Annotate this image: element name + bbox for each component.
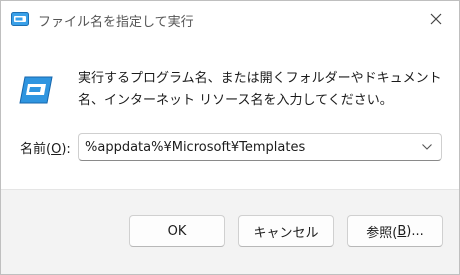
close-button[interactable] [421, 5, 451, 33]
run-icon [11, 12, 29, 26]
window-title: ファイル名を指定して実行 [38, 15, 194, 30]
chevron-down-icon [422, 144, 432, 150]
run-app-icon [19, 76, 53, 104]
cancel-button[interactable]: キャンセル [238, 215, 334, 247]
title-bar: ファイル名を指定して実行 [1, 1, 459, 37]
open-combobox[interactable]: %appdata%¥Microsoft¥Templates [78, 133, 442, 161]
description-text: 実行するプログラム名、または開くフォルダーやドキュメント名、インターネット リソ… [78, 71, 442, 108]
dropdown-button[interactable] [413, 134, 441, 160]
browse-label-accel: B [397, 223, 407, 239]
close-icon [430, 13, 442, 25]
open-label-accel: O [51, 142, 62, 157]
open-label-prefix: 名前( [20, 142, 52, 157]
browse-button[interactable]: 参照(B)... [347, 215, 443, 247]
open-label-suffix: ): [61, 142, 71, 157]
run-dialog: ファイル名を指定して実行 実行するプログラム名、または開くフォルダーやドキュメン… [0, 0, 460, 275]
open-label: 名前(O): [20, 138, 71, 157]
open-input[interactable]: %appdata%¥Microsoft¥Templates [79, 140, 413, 155]
browse-label-suffix: )... [406, 223, 424, 239]
ok-button[interactable]: OK [129, 215, 225, 247]
browse-label-prefix: 参照( [366, 225, 398, 241]
button-bar: OK キャンセル 参照(B)... [1, 189, 459, 274]
